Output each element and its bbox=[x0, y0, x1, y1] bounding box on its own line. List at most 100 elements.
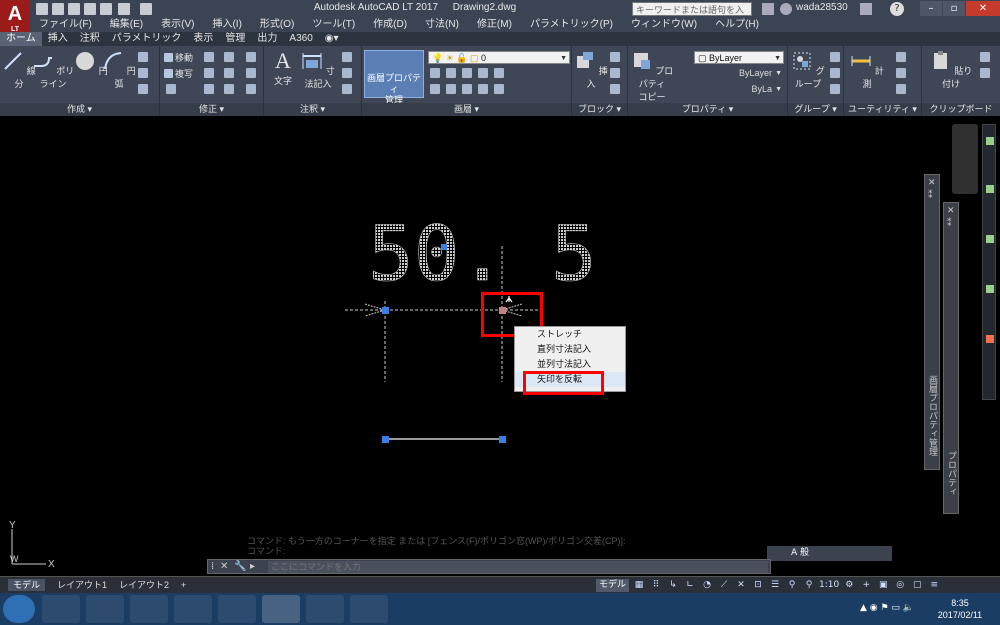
erase-icon[interactable] bbox=[246, 52, 256, 62]
line-grip-right[interactable] bbox=[499, 436, 506, 443]
text-tool[interactable]: A 文字 bbox=[264, 50, 302, 87]
copy-tool[interactable]: 複写 bbox=[164, 67, 193, 80]
annotation-scale-button[interactable]: 1:10 bbox=[819, 579, 839, 592]
menu-modify[interactable]: 修正(M) bbox=[468, 18, 521, 32]
drawing-svg[interactable]: 50. 5 Y X W bbox=[0, 116, 1000, 576]
media-player-icon[interactable] bbox=[42, 595, 80, 623]
layer-tool-icon-6[interactable] bbox=[430, 84, 440, 94]
paint-icon[interactable] bbox=[350, 595, 388, 623]
isolate-icon[interactable]: ◎ bbox=[893, 579, 907, 592]
help-icon[interactable]: ? bbox=[890, 2, 904, 16]
table-icon[interactable] bbox=[342, 84, 352, 94]
mirror-icon[interactable] bbox=[204, 68, 214, 78]
menu-help[interactable]: ヘルプ(H) bbox=[706, 18, 768, 32]
search-input[interactable]: キーワードまたは語句を入力 bbox=[632, 2, 752, 29]
panel-annotation-title[interactable]: 注釈 ▾ bbox=[264, 103, 361, 116]
osnap-icon[interactable]: ⊡ bbox=[751, 579, 765, 592]
internet-explorer-icon[interactable] bbox=[86, 595, 124, 623]
id-point-icon[interactable] bbox=[896, 68, 906, 78]
linetype-dropdown[interactable]: ByLayer ▼ bbox=[694, 67, 784, 80]
undo-icon[interactable] bbox=[118, 3, 130, 15]
gradient-icon[interactable] bbox=[138, 84, 148, 94]
hardware-accel-icon[interactable]: ▣ bbox=[876, 579, 890, 592]
menu-item-stretch[interactable]: ストレッチ bbox=[515, 327, 625, 342]
start-button[interactable] bbox=[3, 595, 35, 623]
panel-draw-title[interactable]: 作成 ▾ bbox=[0, 103, 159, 116]
layer-tool-icon-7[interactable] bbox=[446, 84, 456, 94]
layer-tool-icon-9[interactable] bbox=[478, 84, 488, 94]
panel-properties-title[interactable]: プロパティ ▾ bbox=[628, 103, 787, 116]
tab-annotate[interactable]: 注釈 bbox=[74, 32, 106, 46]
panel-layers-title[interactable]: 画層 ▾ bbox=[362, 103, 571, 116]
rectangle-icon[interactable] bbox=[138, 52, 148, 62]
menu-view[interactable]: 表示(V) bbox=[152, 18, 203, 32]
polar-icon[interactable]: ◔ bbox=[700, 579, 714, 592]
attribute-icon[interactable] bbox=[610, 84, 620, 94]
snap-icon[interactable]: ⠿ bbox=[649, 579, 663, 592]
fillet-icon[interactable] bbox=[224, 68, 234, 78]
tab-layout2[interactable]: レイアウト2 bbox=[114, 579, 174, 591]
stretch-icon[interactable] bbox=[166, 84, 176, 94]
layer-properties-palette[interactable]: ✕ ⁑ 画層プロパティ管理 bbox=[924, 174, 940, 470]
offset-icon[interactable] bbox=[246, 84, 256, 94]
tab-home[interactable]: ホーム bbox=[0, 32, 42, 46]
orbit-icon[interactable] bbox=[986, 285, 994, 293]
tab-parametric[interactable]: パラメトリック bbox=[106, 32, 188, 46]
zoom-icon[interactable] bbox=[986, 235, 994, 243]
create-block-icon[interactable] bbox=[610, 52, 620, 62]
palette-autohide-icon[interactable]: ⁑ bbox=[947, 219, 952, 229]
cut-icon[interactable] bbox=[980, 52, 990, 62]
trim-icon[interactable] bbox=[224, 52, 234, 62]
group-edit-icon[interactable] bbox=[830, 68, 840, 78]
isodraft-icon[interactable]: ⟋ bbox=[717, 579, 731, 592]
ortho-icon[interactable]: ∟ bbox=[683, 579, 697, 592]
text-grip[interactable] bbox=[441, 244, 447, 250]
layer-tool-icon-2[interactable] bbox=[446, 68, 456, 78]
system-tray-icons[interactable]: ▲ ◉ ⚑ ▭ 🔈 bbox=[860, 603, 920, 615]
a360-icon[interactable] bbox=[860, 3, 872, 15]
maximize-button[interactable]: ▫ bbox=[943, 1, 965, 16]
group-select-icon[interactable] bbox=[830, 84, 840, 94]
linear-dim-icon[interactable] bbox=[342, 52, 352, 62]
tab-view[interactable]: 表示 bbox=[187, 32, 219, 46]
copy-clip-icon[interactable] bbox=[980, 68, 990, 78]
ribbon-toggle-icon[interactable]: ◉▾ bbox=[319, 32, 345, 46]
layer-palette-title[interactable]: 画層プロパティ管理 bbox=[927, 375, 940, 456]
panel-groups-title[interactable]: グループ ▾ bbox=[788, 103, 843, 116]
layer-tool-icon-10[interactable] bbox=[494, 84, 504, 94]
ungroup-icon[interactable] bbox=[830, 52, 840, 62]
command-input[interactable] bbox=[268, 561, 768, 573]
annotation-scale-tray[interactable]: A 般 bbox=[767, 546, 892, 561]
palette-autohide-icon[interactable]: ⁑ bbox=[928, 191, 933, 201]
select-all-icon[interactable] bbox=[896, 84, 906, 94]
menu-window[interactable]: ウィンドウ(W) bbox=[622, 18, 706, 32]
file-explorer-icon[interactable] bbox=[130, 595, 168, 623]
showmotion-icon[interactable] bbox=[986, 335, 994, 343]
dimension-grip-left[interactable] bbox=[382, 307, 389, 314]
panel-block-title[interactable]: ブロック ▾ bbox=[572, 103, 627, 116]
auto-scale-icon[interactable]: ⚲ bbox=[802, 579, 816, 592]
layer-tool-icon-3[interactable] bbox=[462, 68, 472, 78]
wrench-icon[interactable]: 🔧 bbox=[234, 561, 246, 572]
layer-properties-button[interactable]: 画層プロパティ 管理 bbox=[364, 50, 424, 105]
pan-icon[interactable] bbox=[986, 185, 994, 193]
mail-icon[interactable] bbox=[218, 595, 256, 623]
menu-format[interactable]: 形式(O) bbox=[251, 18, 303, 32]
menu-item-baseline-dimension[interactable]: 並列寸法記入 bbox=[515, 357, 625, 372]
minimize-button[interactable]: – bbox=[920, 1, 942, 16]
rotate-icon[interactable] bbox=[204, 52, 214, 62]
close-button[interactable]: ✕ bbox=[966, 1, 1000, 16]
tab-insert[interactable]: 挿入 bbox=[42, 32, 74, 46]
navigation-bar[interactable] bbox=[982, 124, 996, 400]
group-tool[interactable]: グループ bbox=[788, 50, 828, 90]
infer-icon[interactable]: ↳ bbox=[666, 579, 680, 592]
close-icon[interactable]: ✕ bbox=[220, 561, 228, 572]
layer-tool-icon-5[interactable] bbox=[494, 68, 504, 78]
layer-tool-icon-8[interactable] bbox=[462, 84, 472, 94]
measure-tool[interactable]: 計測 bbox=[848, 50, 886, 90]
viewcube-icon[interactable] bbox=[952, 124, 978, 194]
layer-tool-icon-4[interactable] bbox=[478, 68, 488, 78]
user-icon[interactable] bbox=[780, 3, 792, 15]
clock[interactable]: 8:35 2017/02/11 bbox=[930, 597, 990, 621]
explode-icon[interactable] bbox=[246, 68, 256, 78]
